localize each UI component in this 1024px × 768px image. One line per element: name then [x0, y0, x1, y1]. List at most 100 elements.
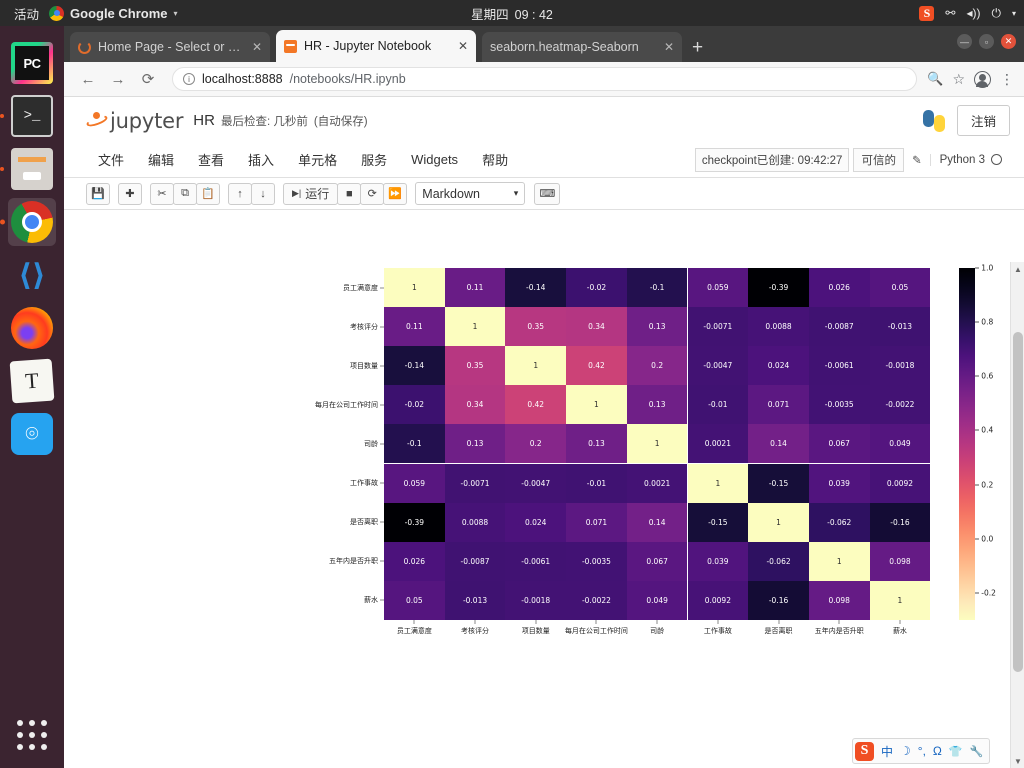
cell-type-select[interactable]: Markdown ▾: [415, 182, 526, 205]
browser-tab-home-page[interactable]: Home Page - Select or create a notebook …: [70, 32, 270, 62]
dock-item-firefox[interactable]: [8, 304, 56, 352]
toolbar-group-run: ▶| 运行 ■ ⟳ ⏩: [283, 182, 408, 205]
logout-button[interactable]: 注销: [956, 105, 1010, 136]
notebook-container: 员工满意度 考核评分 项目数量 每月在公司工作时间 司龄 工作事故 是否离职 五年内是否升职薪…: [64, 262, 1024, 768]
menu-item-edit[interactable]: 编辑: [136, 145, 186, 174]
scrollbar-thumb[interactable]: [1013, 332, 1023, 672]
heatmap-cell: -0.14: [505, 268, 567, 308]
close-icon[interactable]: ✕: [664, 40, 674, 54]
new-tab-button[interactable]: +: [692, 37, 703, 59]
restart-run-all-button[interactable]: ⏩: [383, 182, 408, 205]
heatmap-cell: 1: [748, 502, 809, 542]
dock-item-qq[interactable]: ⌾: [8, 410, 56, 458]
heatmap-cell: 0.059: [687, 268, 749, 308]
kernel-indicator[interactable]: Python 3: [929, 153, 1002, 166]
menu-item-kernel[interactable]: 服务: [349, 145, 399, 174]
insert-cell-button[interactable]: ✚: [118, 182, 142, 205]
forward-button[interactable]: →: [104, 65, 132, 93]
page-scrollbar[interactable]: ▲ ▼: [1010, 262, 1024, 768]
network-icon[interactable]: ⚯: [945, 6, 955, 20]
jupyter-menubar: 文件 编辑 查看 插入 单元格 服务 Widgets 帮助 checkpoint…: [64, 142, 1024, 178]
ime-language-toggle[interactable]: 中: [881, 743, 893, 760]
scroll-down-arrow[interactable]: ▼: [1011, 754, 1024, 768]
notebook-name[interactable]: HR: [193, 112, 215, 129]
dock-item-terminal[interactable]: >_: [8, 92, 56, 140]
menu-item-insert[interactable]: 插入: [236, 145, 286, 174]
site-info-icon[interactable]: i: [183, 73, 195, 85]
run-button[interactable]: ▶| 运行: [283, 182, 339, 205]
jupyter-logo-text: jupyter: [110, 108, 184, 133]
bookmark-star-icon[interactable]: ☆: [952, 71, 965, 88]
interrupt-kernel-button[interactable]: ■: [337, 182, 362, 205]
menu-item-cell[interactable]: 单元格: [286, 145, 349, 174]
heatmap-x-tick: [717, 619, 719, 624]
heatmap-y-label: 薪水: [364, 596, 378, 605]
activities-button[interactable]: 活动: [0, 4, 49, 23]
app-menu-chrome[interactable]: Google Chrome ▾: [49, 5, 178, 21]
colorbar-tick-label: 0.4: [981, 425, 994, 435]
copy-button[interactable]: ⧉: [173, 182, 197, 205]
heatmap-cell: 0.0021: [626, 463, 688, 503]
jupyter-logo[interactable]: jupyter: [85, 108, 184, 133]
back-button[interactable]: ←: [74, 65, 102, 93]
profile-avatar-icon[interactable]: [974, 70, 991, 88]
search-icon[interactable]: 🔍: [927, 71, 943, 87]
ime-skin-icon[interactable]: 👕: [949, 745, 963, 758]
address-bar[interactable]: i localhost:8888/notebooks/HR.ipynb: [172, 67, 918, 91]
close-window-button[interactable]: ✕: [1001, 34, 1016, 49]
restart-kernel-button[interactable]: ⟳: [360, 182, 385, 205]
menu-item-help[interactable]: 帮助: [470, 145, 520, 174]
ime-symbol-icon[interactable]: Ω: [933, 744, 942, 758]
colorbar-tick-label: 0.8: [981, 317, 994, 327]
dock-item-google-chrome[interactable]: [8, 198, 56, 246]
ime-moon-icon[interactable]: ☽: [900, 744, 911, 758]
jupyter-favicon-icon: [284, 39, 297, 53]
save-button[interactable]: 💾: [86, 182, 110, 205]
heatmap-cell: 0.13: [626, 307, 688, 347]
ime-punctuation-icon[interactable]: °,: [918, 744, 926, 758]
reload-button[interactable]: ⟳: [134, 65, 162, 93]
menu-item-view[interactable]: 查看: [186, 145, 236, 174]
heatmap-cell: -0.062: [808, 502, 870, 542]
volume-icon[interactable]: ◂)): [966, 6, 980, 20]
heatmap-x-tick: [535, 619, 537, 624]
minimize-button[interactable]: —: [957, 34, 972, 49]
loading-spinner-icon: [78, 40, 91, 54]
heatmap-cell: 1: [505, 346, 567, 386]
heatmap-cell: -0.14: [384, 346, 445, 386]
sogou-logo-icon[interactable]: S: [855, 741, 874, 761]
power-icon[interactable]: ⏻: [991, 6, 1001, 21]
scroll-up-arrow[interactable]: ▲: [1011, 262, 1024, 276]
dock-item-pycharm[interactable]: PC: [8, 39, 56, 87]
chevron-down-icon: ▾: [173, 8, 178, 18]
heatmap-cell: -0.062: [748, 541, 809, 581]
dock-item-typora[interactable]: T: [8, 357, 56, 405]
jupyter-header-right: 注销: [922, 105, 1010, 136]
heatmap-x-tick: [595, 619, 597, 624]
heatmap-cell: 0.0088: [748, 307, 809, 347]
menu-item-file[interactable]: 文件: [86, 145, 136, 174]
sogou-tray-icon[interactable]: S: [919, 5, 935, 21]
command-palette-button[interactable]: ⌨: [534, 182, 561, 205]
move-cell-down-button[interactable]: ↓: [251, 182, 275, 205]
move-cell-up-button[interactable]: ↑: [228, 182, 252, 205]
browser-tab-seaborn-heatmap[interactable]: seaborn.heatmap-Seaborn ✕: [482, 32, 682, 62]
ime-settings-icon[interactable]: 🔧: [970, 745, 984, 758]
menu-item-widgets[interactable]: Widgets: [399, 147, 470, 172]
tray-chevron-down-icon[interactable]: ▾: [1012, 9, 1016, 18]
dock-item-files[interactable]: [8, 145, 56, 193]
edit-pencil-icon[interactable]: ✎: [904, 150, 930, 170]
trusted-badge[interactable]: 可信的: [853, 147, 904, 172]
heatmap-x-tick: [899, 619, 901, 624]
colorbar-tick: [975, 429, 980, 431]
show-applications-button[interactable]: [0, 720, 64, 750]
cut-button[interactable]: ✂: [150, 182, 174, 205]
close-icon[interactable]: ✕: [252, 40, 262, 54]
dock-item-vscode[interactable]: ⟨⟩: [8, 251, 56, 299]
browser-tab-hr-jupyter-notebook[interactable]: HR - Jupyter Notebook ✕: [276, 30, 476, 62]
paste-button[interactable]: 📋: [196, 182, 220, 205]
close-icon[interactable]: ✕: [458, 39, 468, 53]
heatmap-cell: 0.14: [626, 502, 688, 542]
maximize-button[interactable]: ▫: [979, 34, 994, 49]
chrome-menu-icon[interactable]: ⋮: [1000, 71, 1014, 88]
